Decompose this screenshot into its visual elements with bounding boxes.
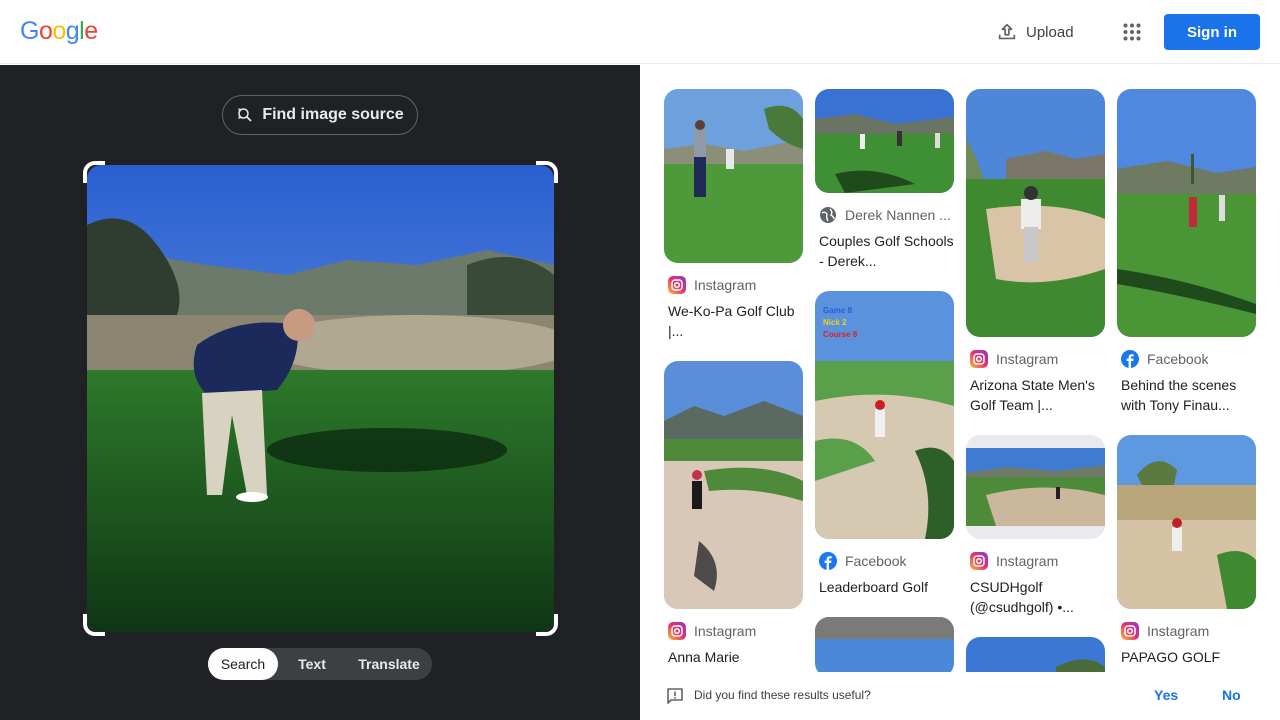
result-source: Instagram	[1117, 621, 1256, 641]
results-column: Derek Nannen ... Couples Golf Schools - …	[815, 89, 954, 672]
result-thumbnail[interactable]	[966, 89, 1105, 337]
visual-matches: Instagram We-Ko-Pa Golf Club |... Instag…	[640, 65, 1280, 672]
result-card[interactable]: Instagram PAPAGO GOLF	[1117, 435, 1256, 667]
result-title[interactable]: Anna Marie	[664, 647, 803, 667]
facebook-icon	[1121, 350, 1139, 368]
upload-icon	[998, 23, 1016, 40]
result-thumbnail[interactable]	[815, 617, 954, 672]
score-overlay-line: Course 8	[823, 330, 858, 339]
result-title[interactable]: We-Ko-Pa Golf Club |...	[664, 301, 803, 341]
result-title[interactable]: PAPAGO GOLF	[1117, 647, 1256, 667]
crop-handle-bottom-left[interactable]	[83, 614, 105, 636]
result-card[interactable]: Facebook Behind the scenes with Tony Fin…	[1117, 89, 1256, 415]
source-name: Instagram	[694, 623, 757, 639]
results-column: Instagram Arizona State Men's Golf Team …	[966, 89, 1105, 672]
query-image	[87, 165, 554, 632]
result-thumbnail[interactable]	[966, 637, 1105, 672]
logo-letter: G	[20, 17, 39, 45]
result-title[interactable]: CSUDHgolf (@csudhgolf) •...	[966, 577, 1105, 617]
result-title[interactable]: Leaderboard Golf	[815, 577, 954, 597]
feedback-no-button[interactable]: No	[1222, 687, 1241, 703]
mode-search[interactable]: Search	[208, 648, 278, 680]
sign-in-button[interactable]: Sign in	[1164, 14, 1260, 50]
result-source: Derek Nannen ...	[815, 205, 954, 225]
feedback-yes-button[interactable]: Yes	[1154, 687, 1178, 703]
globe-icon	[820, 207, 836, 223]
result-thumbnail[interactable]	[966, 435, 1105, 539]
mode-text[interactable]: Text	[278, 648, 346, 680]
apps-grid-icon	[1123, 23, 1141, 41]
instagram-icon	[1121, 622, 1139, 640]
source-name: Facebook	[1147, 351, 1209, 367]
result-thumbnail[interactable]	[1117, 89, 1256, 337]
score-overlay-line: Nick 2	[823, 318, 847, 327]
result-card[interactable]: Instagram Arizona State Men's Golf Team …	[966, 89, 1105, 415]
feedback-question: Did you find these results useful?	[694, 688, 871, 702]
result-thumbnail[interactable]	[664, 89, 803, 263]
logo-letter: e	[84, 17, 98, 45]
result-card[interactable]: Instagram We-Ko-Pa Golf Club |...	[664, 89, 803, 341]
header: Google Upload Sign in	[0, 0, 1280, 64]
result-thumbnail[interactable]	[1117, 435, 1256, 609]
feedback-bar: Did you find these results useful? Yes N…	[640, 672, 1280, 720]
instagram-icon	[668, 622, 686, 640]
result-source: Instagram	[664, 621, 803, 641]
upload-button[interactable]: Upload	[988, 14, 1082, 50]
instagram-icon	[668, 276, 686, 294]
apps-button[interactable]	[1116, 16, 1148, 48]
result-card[interactable]: Instagram CSUDHgolf (@csudhgolf) •...	[966, 435, 1105, 617]
feedback-icon	[667, 688, 683, 704]
instagram-icon	[970, 552, 988, 570]
find-image-source-button[interactable]: Find image source	[222, 95, 418, 135]
result-card[interactable]: Derek Nannen ... Couples Golf Schools - …	[815, 89, 954, 271]
results-column: Facebook Behind the scenes with Tony Fin…	[1117, 89, 1256, 672]
mode-toggle: Search Text Translate	[208, 648, 432, 680]
result-source: Instagram	[664, 275, 803, 295]
crop-handle-top-right[interactable]	[536, 161, 558, 183]
source-name: Facebook	[845, 553, 907, 569]
result-thumbnail[interactable]	[664, 361, 803, 609]
source-name: Instagram	[1147, 623, 1210, 639]
result-source: Facebook	[815, 551, 954, 571]
mode-translate[interactable]: Translate	[346, 648, 432, 680]
lens-search-icon	[238, 108, 252, 122]
results-column: Instagram We-Ko-Pa Golf Club |... Instag…	[664, 89, 803, 672]
result-card[interactable]: Game 8 Nick 2 Course 8 Facebook Leaderbo…	[815, 291, 954, 597]
crop-handle-bottom-right[interactable]	[536, 614, 558, 636]
result-card[interactable]	[966, 637, 1105, 672]
crop-handle-top-left[interactable]	[83, 161, 105, 183]
source-name: Instagram	[694, 277, 757, 293]
result-card[interactable]	[815, 617, 954, 672]
instagram-icon	[970, 350, 988, 368]
result-thumbnail[interactable]	[815, 89, 954, 193]
logo-letter: o	[52, 17, 66, 45]
result-title[interactable]: Couples Golf Schools - Derek...	[815, 231, 954, 271]
result-source: Facebook	[1117, 349, 1256, 369]
source-name: Derek Nannen ...	[845, 207, 951, 223]
result-title[interactable]: Behind the scenes with Tony Finau...	[1117, 375, 1256, 415]
result-thumbnail[interactable]: Game 8 Nick 2 Course 8	[815, 291, 954, 539]
result-source: Instagram	[966, 551, 1105, 571]
source-name: Instagram	[996, 351, 1059, 367]
upload-label: Upload	[1026, 23, 1074, 41]
result-title[interactable]: Arizona State Men's Golf Team |...	[966, 375, 1105, 415]
crop-selection[interactable]	[83, 161, 558, 636]
find-image-source-label: Find image source	[262, 106, 404, 123]
logo-letter: g	[65, 17, 80, 45]
source-name: Instagram	[996, 553, 1059, 569]
result-card[interactable]: Instagram Anna Marie	[664, 361, 803, 667]
result-source: Instagram	[966, 349, 1105, 369]
lens-panel: Find image source Search Text Translate	[0, 65, 640, 720]
score-overlay-line: Game 8	[823, 306, 852, 315]
facebook-icon	[819, 552, 837, 570]
logo-letter: o	[38, 17, 53, 45]
google-logo[interactable]: Google	[20, 17, 98, 46]
